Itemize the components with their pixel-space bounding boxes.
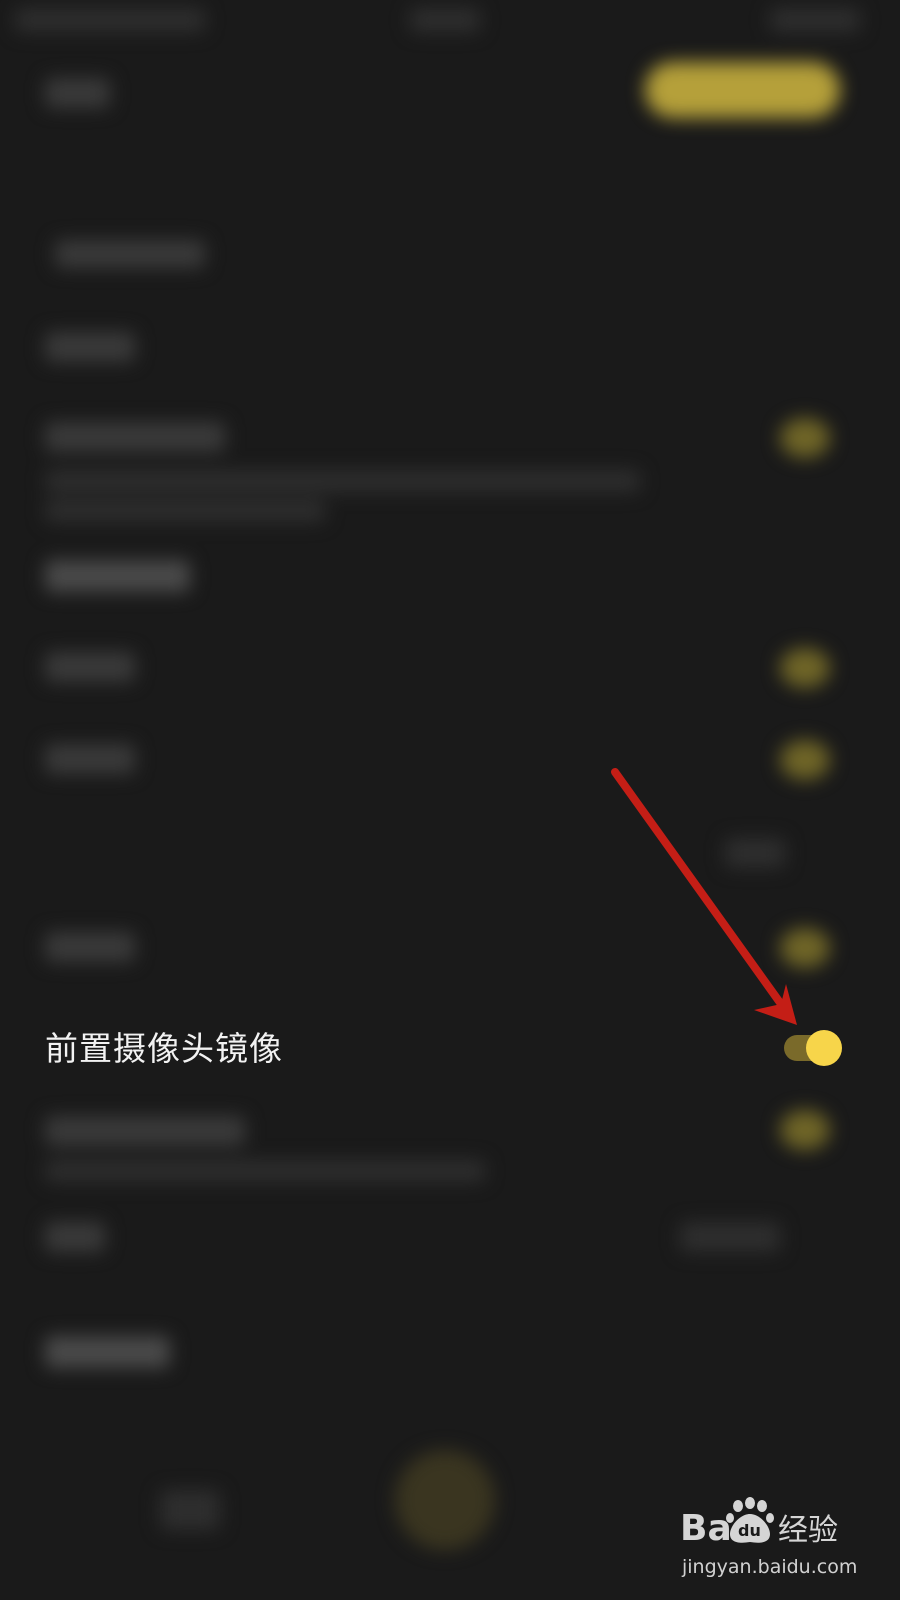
settings-screen: 前置摄像头镜像 Ba du 经验 jingyan.baidu.com — [0, 0, 900, 1600]
front-camera-mirror-toggle[interactable] — [784, 1030, 842, 1066]
svg-text:经验: 经验 — [778, 1513, 838, 1548]
blurred-background — [0, 0, 900, 1600]
watermark-url: jingyan.baidu.com — [682, 1556, 858, 1578]
front-camera-mirror-label: 前置摄像头镜像 — [45, 1029, 283, 1068]
baidu-watermark: Ba du 经验 jingyan.baidu.com — [680, 1496, 880, 1588]
toggle-knob — [806, 1030, 842, 1066]
svg-text:Ba: Ba — [680, 1508, 732, 1549]
baidu-paw-icon: Ba du 经验 — [680, 1497, 838, 1549]
svg-text:du: du — [738, 1521, 761, 1540]
